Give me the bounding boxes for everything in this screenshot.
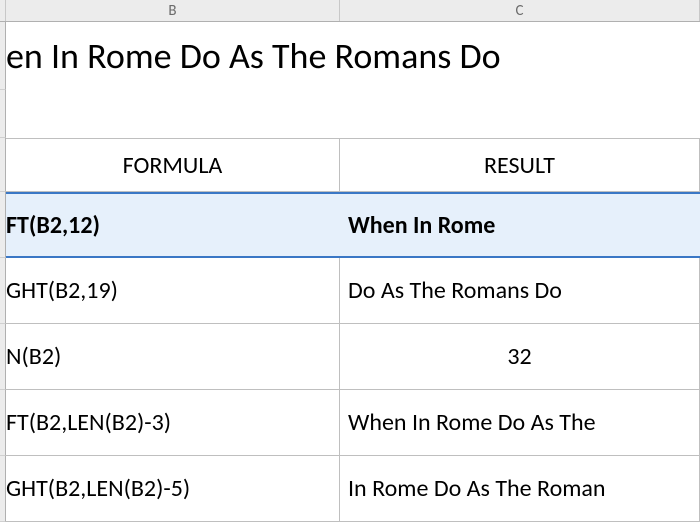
cell-B4-header[interactable]: FORMULA: [6, 138, 340, 192]
cell-B9[interactable]: GHT(B2,LEN(B2)-5): [6, 456, 340, 522]
row-7: N(B2) 32: [0, 324, 700, 390]
column-header-row: B C: [0, 0, 700, 22]
result-header-label: RESULT: [484, 151, 555, 180]
cell-C3[interactable]: [340, 90, 700, 138]
formula-text: GHT(B2,LEN(B2)-5): [6, 474, 190, 503]
row-9: GHT(B2,LEN(B2)-5) In Rome Do As The Roma…: [0, 456, 700, 522]
cell-C5[interactable]: When In Rome: [340, 192, 700, 258]
row-6: GHT(B2,19) Do As The Romans Do: [0, 258, 700, 324]
title-text: en In Rome Do As The Romans Do: [6, 34, 501, 78]
result-text: When In Rome Do As The: [348, 408, 596, 437]
formula-text: FT(B2,LEN(B2)-3): [6, 408, 171, 437]
cell-C6[interactable]: Do As The Romans Do: [340, 258, 700, 324]
cell-B3[interactable]: [6, 90, 340, 138]
cell-C4-header[interactable]: RESULT: [340, 138, 700, 192]
column-header-B[interactable]: B: [6, 0, 340, 21]
cell-B6[interactable]: GHT(B2,19): [6, 258, 340, 324]
formula-text: GHT(B2,19): [6, 276, 118, 305]
row-3: [0, 90, 700, 138]
column-header-label: B: [168, 2, 176, 20]
row-2: en In Rome Do As The Romans Do: [0, 22, 700, 90]
row-4: FORMULA RESULT: [0, 138, 700, 192]
row-5: FT(B2,12) When In Rome: [0, 192, 700, 258]
cell-C9[interactable]: In Rome Do As The Roman: [340, 456, 700, 522]
cell-B7[interactable]: N(B2): [6, 324, 340, 390]
column-header-C[interactable]: C: [340, 0, 700, 21]
cell-C7[interactable]: 32: [340, 324, 700, 390]
spreadsheet-view: B C en In Rome Do As The Romans Do FORMU…: [0, 0, 700, 525]
column-header-label: C: [516, 2, 524, 20]
result-text: In Rome Do As The Roman: [348, 474, 606, 503]
result-text: 32: [507, 342, 531, 371]
cell-B2-title[interactable]: en In Rome Do As The Romans Do: [6, 22, 700, 90]
formula-header-label: FORMULA: [123, 151, 223, 180]
formula-text: FT(B2,12): [6, 211, 100, 240]
cell-B5[interactable]: FT(B2,12): [6, 192, 340, 258]
cell-C8[interactable]: When In Rome Do As The: [340, 390, 700, 456]
cell-B8[interactable]: FT(B2,LEN(B2)-3): [6, 390, 340, 456]
result-text: Do As The Romans Do: [348, 276, 562, 305]
result-text: When In Rome: [348, 211, 495, 240]
formula-text: N(B2): [6, 342, 61, 371]
row-8: FT(B2,LEN(B2)-3) When In Rome Do As The: [0, 390, 700, 456]
